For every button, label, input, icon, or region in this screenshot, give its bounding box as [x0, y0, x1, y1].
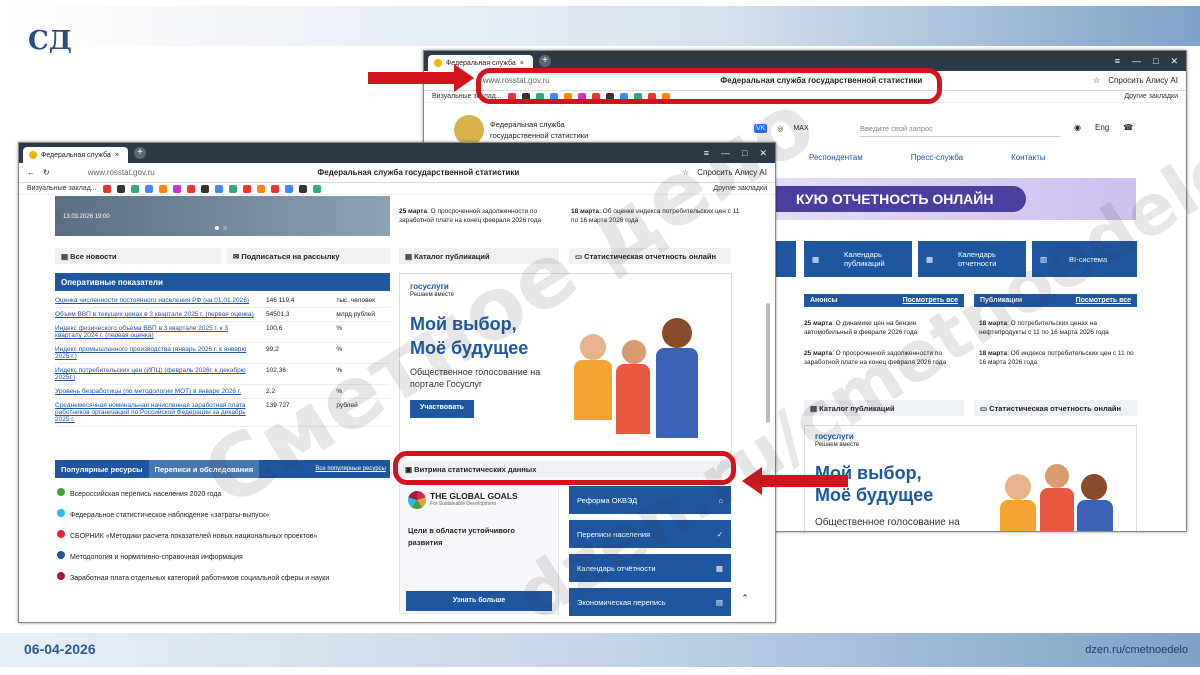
logo: СД	[28, 26, 72, 56]
lang-switch[interactable]: Eng	[1095, 123, 1109, 132]
nav-press[interactable]: Пресс-служба	[911, 153, 963, 162]
list-item[interactable]: Заработная плата отдельных категорий раб…	[57, 568, 392, 589]
new-tab-button[interactable]: +	[134, 147, 146, 159]
emblem-icon	[454, 115, 484, 145]
list-item[interactable]: Методология и нормативно-справочная инфо…	[57, 547, 392, 568]
phone-icon[interactable]: ☎	[1123, 123, 1133, 132]
resource-icon	[57, 551, 65, 559]
source-link: dzen.ru/cmetnoedelo	[1085, 644, 1188, 656]
address-highlight	[476, 68, 942, 104]
resource-icon	[57, 488, 65, 496]
page-title: Федеральная служба государственной стати…	[317, 168, 520, 177]
alice-button[interactable]: Спросить Алису AI	[1108, 76, 1178, 85]
slide-date: 06-04-2026	[24, 641, 96, 657]
site-nav: Респондентам Пресс-служба Контакты	[809, 153, 1046, 162]
table-row[interactable]: Объем ВВП в текущих ценах в 3 квартале 2…	[55, 308, 390, 322]
resource-icon	[57, 530, 65, 538]
tile-calendar-pub[interactable]: ▦ Календарь публикаций	[804, 241, 912, 277]
scroll-up-icon[interactable]: ⌃	[737, 590, 753, 606]
resource-icon	[57, 572, 65, 580]
bookmark-icon[interactable]: ☆	[1093, 76, 1100, 85]
org-name: Федеральная служба	[490, 120, 565, 129]
resource-icon	[57, 509, 65, 517]
list-item[interactable]: Федеральное статистическое наблюдение «з…	[57, 505, 392, 526]
nav-contacts[interactable]: Контакты	[1011, 153, 1046, 162]
favicon-icon	[434, 59, 442, 67]
pub-item[interactable]: 18 марта: Об индексе потребительских цен…	[979, 349, 1137, 367]
arrow-right-icon	[368, 64, 474, 92]
url-text[interactable]: www.rosstat.gov.ru	[88, 168, 155, 177]
eye-icon[interactable]: ◉	[1074, 123, 1081, 132]
tab-popular[interactable]: Популярные ресурсы	[55, 460, 149, 478]
news-item[interactable]: 25 марта: О просроченной задолженности п…	[399, 207, 559, 225]
favicon-icon	[29, 151, 37, 159]
family-illustration	[985, 464, 1125, 531]
footer-band	[0, 633, 1200, 667]
header-band	[0, 6, 1200, 46]
back-icon[interactable]: ←	[27, 168, 35, 177]
window-controls[interactable]: ≡ — □ ✕	[1115, 56, 1182, 67]
check-icon: ✓	[716, 529, 723, 539]
table-row[interactable]: Индекс физического объема ВВП в 3 кварта…	[55, 322, 390, 343]
table-row[interactable]: Оценка численности постоянного населения…	[55, 294, 390, 308]
all-news-link[interactable]: ▤ Все новости	[55, 248, 221, 264]
site-search-input[interactable]: Введите свой запрос	[860, 121, 1060, 137]
statrep-link[interactable]: ▭ Статистическая отчетность онлайн	[974, 400, 1137, 416]
subscribe-link[interactable]: ✉ Подписаться на рассылку	[227, 248, 390, 264]
oper-header: Оперативные показатели	[55, 273, 390, 291]
list-item[interactable]: СБОРНИК «Методики расчета показателей но…	[57, 526, 392, 547]
calendar-icon: ▦	[715, 563, 723, 573]
new-tab-button[interactable]: +	[539, 55, 551, 67]
goals-logo-icon	[408, 491, 426, 509]
calendar-icon: ▦	[812, 254, 820, 264]
calendar-icon: ▦	[926, 254, 934, 264]
book-icon: ▤	[405, 252, 415, 261]
news-photo[interactable]: 13.03.2026 19:00	[55, 196, 390, 236]
news-icon: ▤	[61, 252, 71, 261]
browser-tab[interactable]: Федеральная служба ×	[23, 147, 128, 163]
doc-icon: ▭	[980, 404, 990, 413]
family-illustration	[570, 314, 720, 452]
reload-icon[interactable]: ↻	[43, 168, 50, 177]
table-icon: ▤	[715, 597, 723, 607]
